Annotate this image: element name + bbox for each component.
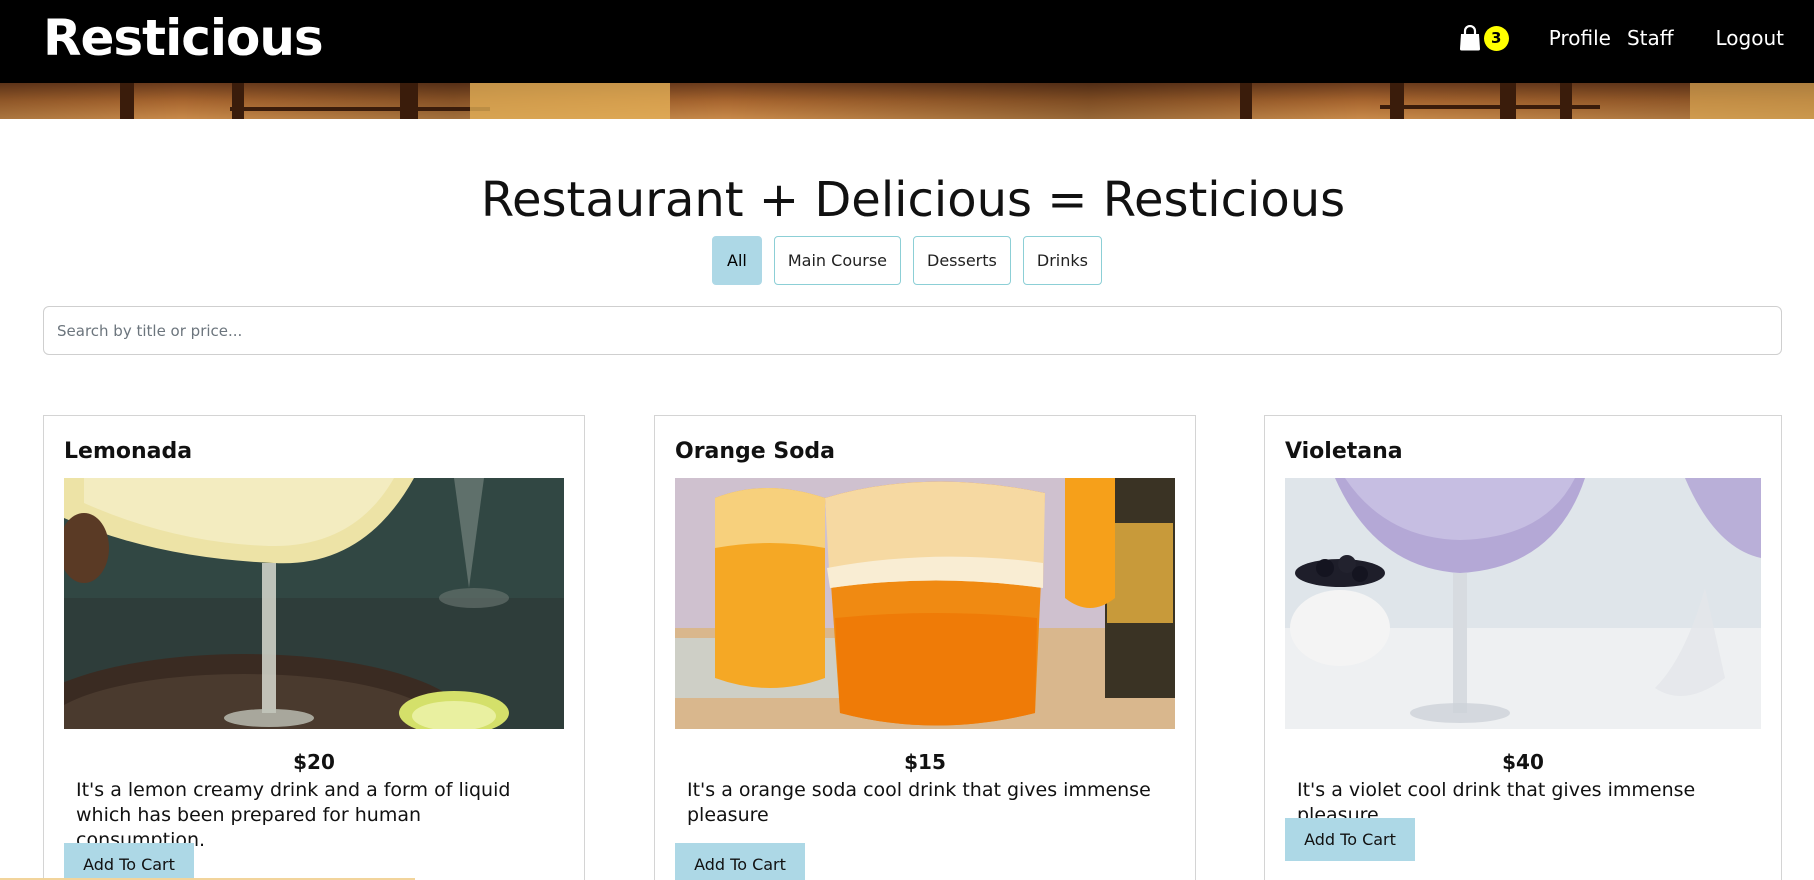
nav-staff-link[interactable]: Staff [1627, 26, 1674, 50]
filter-desserts-button[interactable]: Desserts [913, 236, 1011, 285]
product-description: It's a orange soda cool drink that gives… [687, 779, 1151, 826]
product-title: Orange Soda [675, 439, 835, 464]
nav-right: 3 Profile Staff Logout [1459, 22, 1784, 54]
search-input[interactable] [43, 306, 1782, 355]
product-title: Lemonada [64, 439, 193, 464]
cart-count-badge: 3 [1483, 25, 1509, 51]
lemon-cocktail-photo [64, 478, 564, 729]
filter-drinks-button[interactable]: Drinks [1022, 236, 1102, 285]
page-title: Restaurant + Delicious = Resticious [480, 172, 1346, 228]
add-to-cart-button[interactable]: Add To Cart [64, 843, 194, 880]
shopping-bag-icon [1459, 25, 1481, 51]
cart-button[interactable]: 3 [1459, 25, 1509, 51]
brand-logo[interactable]: Resticious [43, 6, 324, 70]
product-title: Violetana [1285, 439, 1403, 464]
hero-banner-image [0, 83, 1814, 119]
product-card: Orange Soda $15 It's a orange soda cool … [654, 415, 1196, 880]
product-description: It's a lemon creamy drink and a form of … [76, 779, 511, 851]
nav-logout-link[interactable]: Logout [1716, 26, 1784, 50]
add-to-cart-button[interactable]: Add To Cart [1285, 818, 1415, 861]
product-price: $40 [1502, 750, 1544, 774]
nav-profile-link[interactable]: Profile [1549, 26, 1611, 50]
product-card: Violetana $40 It's a violet cool drink t… [1264, 415, 1782, 880]
filter-main-course-button[interactable]: Main Course [773, 236, 901, 285]
product-price: $20 [293, 750, 335, 774]
category-filters: All Main Course Desserts Drinks [0, 236, 1814, 285]
product-price: $15 [904, 750, 946, 774]
filter-all-button[interactable]: All [712, 236, 762, 285]
add-to-cart-button[interactable]: Add To Cart [675, 843, 805, 880]
top-navbar: Resticious 3 Profile Staff Logout [0, 0, 1814, 83]
violet-cocktail-photo [1285, 478, 1761, 729]
orange-soda-photo [675, 478, 1175, 729]
product-card: Lemonada $20 It's a lemon creamy drink a… [43, 415, 585, 880]
